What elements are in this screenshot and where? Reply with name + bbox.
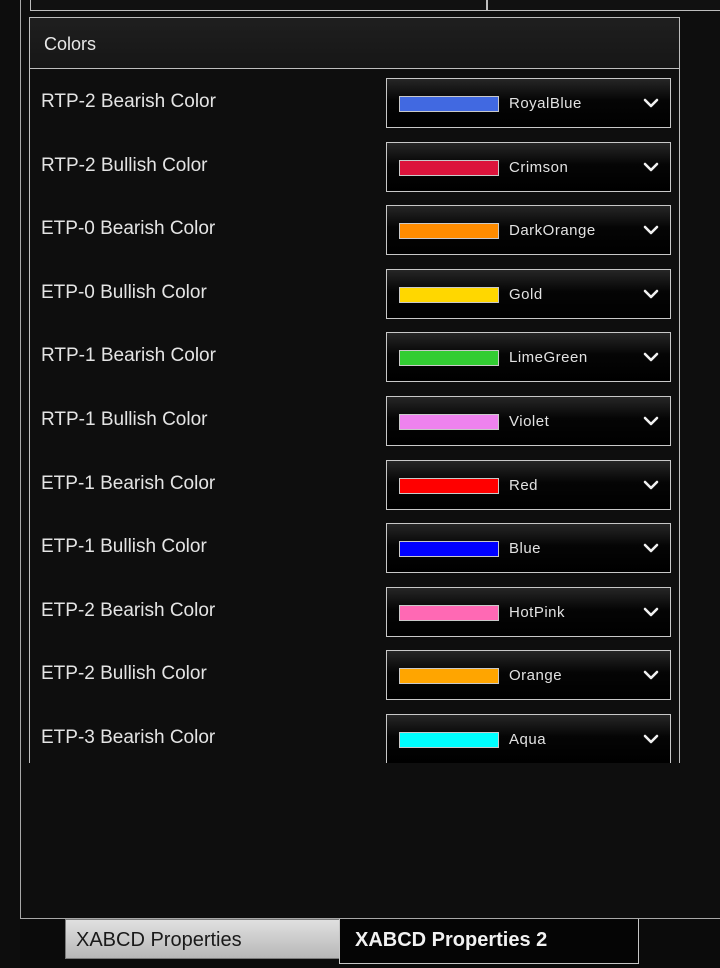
tab-xabcd-properties[interactable]: XABCD Properties (65, 919, 359, 959)
color-picker-dropdown[interactable]: Gold (386, 268, 671, 319)
color-name: Orange (509, 667, 563, 685)
color-name: Crimson (509, 158, 569, 176)
color-name: Aqua (509, 731, 547, 748)
color-name: LimeGreen (509, 349, 588, 367)
tab-label: XABCD Properties 2 (355, 929, 548, 951)
chevron-down-icon (643, 353, 659, 362)
color-swatch (399, 414, 499, 430)
color-property-row: RTP-2 Bearish Color RoyalBlue (30, 69, 679, 133)
chevron-down-icon (643, 289, 659, 299)
color-name: Violet (509, 413, 550, 430)
color-swatch (399, 223, 499, 240)
chevron-down-icon (643, 162, 659, 171)
color-property-row: ETP-2 Bullish Color Orange (30, 641, 679, 705)
color-swatch (399, 732, 499, 748)
color-name: Gold (509, 285, 543, 303)
color-property-row: ETP-3 Bearish Color Aqua (30, 705, 679, 763)
color-picker-dropdown[interactable]: Red (386, 459, 671, 510)
property-label: ETP-1 Bearish Color (41, 472, 216, 494)
tab-bar: XABCD Properties XABCD Properties 2 (20, 918, 720, 968)
color-swatch (399, 604, 499, 621)
color-property-row: RTP-1 Bearish Color LimeGreen (30, 323, 679, 387)
chevron-down-icon (643, 607, 659, 617)
color-picker-dropdown[interactable]: Violet (386, 396, 671, 446)
property-label: ETP-2 Bearish Color (41, 599, 216, 621)
chevron-down-icon (643, 734, 659, 744)
color-picker-dropdown[interactable]: Orange (386, 650, 671, 701)
chevron-down-icon (643, 543, 659, 553)
color-property-row: ETP-1 Bullish Color Blue (30, 514, 679, 578)
color-name: Red (509, 476, 539, 494)
colors-section-header[interactable]: Colors (29, 17, 680, 69)
color-picker-dropdown[interactable]: Crimson (386, 141, 671, 192)
colors-section-title: Colors (44, 34, 97, 54)
color-property-row: ETP-0 Bullish Color Gold (30, 260, 679, 324)
color-picker-dropdown[interactable]: RoyalBlue (386, 78, 671, 128)
color-swatch (399, 96, 499, 112)
property-label: ETP-3 Bearish Color (41, 727, 216, 748)
property-label: ETP-2 Bullish Color (41, 663, 207, 685)
color-picker-dropdown[interactable]: HotPink (386, 586, 671, 637)
property-label: ETP-0 Bearish Color (41, 218, 216, 240)
color-picker-dropdown[interactable]: DarkOrange (386, 205, 671, 256)
color-picker-dropdown[interactable]: LimeGreen (386, 332, 671, 383)
color-swatch (399, 286, 499, 303)
property-label: ETP-1 Bullish Color (41, 536, 207, 558)
property-label: RTP-2 Bullish Color (41, 154, 208, 176)
color-swatch (399, 668, 499, 685)
color-property-row: ETP-1 Bearish Color Red (30, 451, 679, 515)
property-label: ETP-0 Bullish Color (41, 281, 207, 303)
color-name: DarkOrange (509, 222, 596, 240)
color-picker-dropdown[interactable]: Aqua (386, 714, 671, 763)
chevron-down-icon (643, 98, 659, 108)
tab-xabcd-properties-2[interactable]: XABCD Properties 2 (339, 919, 639, 964)
chevron-down-icon (643, 480, 659, 489)
property-label: RTP-1 Bearish Color (41, 345, 216, 367)
color-swatch (399, 159, 499, 176)
color-properties-list: RTP-2 Bearish Color RoyalBlue RTP-2 Bullis… (29, 69, 680, 763)
chevron-down-icon (643, 416, 659, 426)
property-label: RTP-1 Bullish Color (41, 409, 208, 430)
color-property-row: ETP-2 Bearish Color HotPink (30, 578, 679, 642)
color-swatch (399, 541, 499, 558)
color-swatch (399, 350, 499, 367)
previous-section-edge (30, 0, 487, 11)
previous-section-edge-right (487, 0, 720, 11)
color-name: Blue (509, 540, 542, 558)
color-property-row: ETP-0 Bearish Color DarkOrange (30, 196, 679, 260)
color-name: RoyalBlue (509, 95, 582, 112)
color-name: HotPink (509, 603, 566, 621)
color-property-row: RTP-2 Bullish Color Crimson (30, 133, 679, 197)
chevron-down-icon (643, 671, 659, 680)
color-picker-dropdown[interactable]: Blue (386, 523, 671, 574)
chevron-down-icon (643, 225, 659, 235)
color-swatch (399, 477, 499, 494)
tab-label: XABCD Properties (76, 929, 242, 951)
property-label: RTP-2 Bearish Color (41, 91, 216, 112)
color-property-row: RTP-1 Bullish Color Violet (30, 387, 679, 451)
